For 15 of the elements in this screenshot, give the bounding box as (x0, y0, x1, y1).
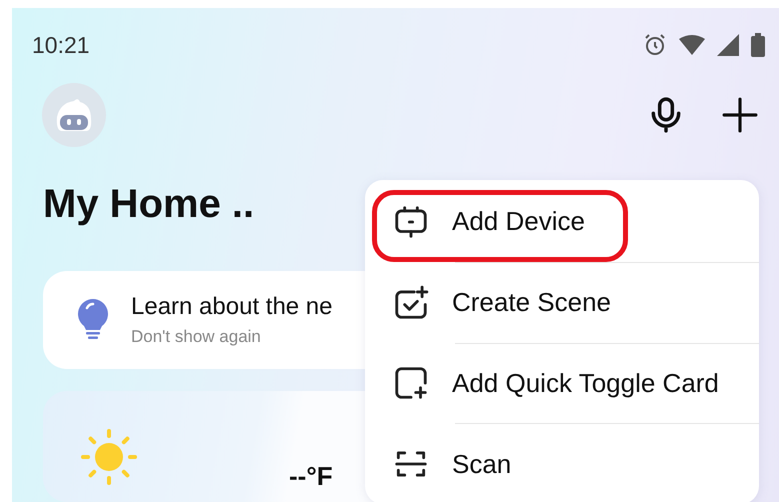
add-icon[interactable] (721, 96, 759, 134)
sun-icon (79, 427, 139, 488)
menu-item[interactable]: Scan (365, 423, 759, 502)
alarm-icon (643, 33, 667, 58)
wifi-icon (679, 35, 705, 56)
signal-icon (717, 34, 739, 56)
battery-icon (751, 33, 765, 58)
temperature-reading: --°F (289, 460, 333, 492)
menu-item[interactable]: Create Scene (365, 262, 759, 342)
dont-show-again-link[interactable]: Don't show again (131, 327, 333, 348)
lightbulb-icon (77, 299, 109, 342)
home-title: My Home .. (43, 181, 254, 228)
menu-item[interactable]: Add Device (365, 182, 759, 262)
status-time: 10:21 (32, 32, 90, 59)
tip-title: Learn about the ne (131, 293, 333, 322)
